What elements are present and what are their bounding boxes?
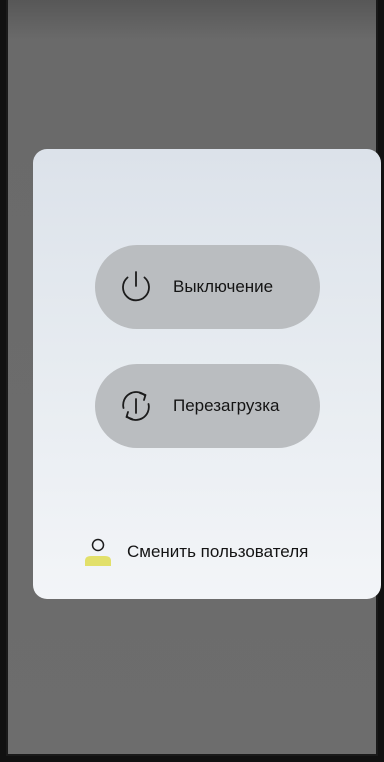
restart-icon	[113, 383, 159, 429]
user-icon	[83, 537, 113, 567]
restart-button[interactable]: Перезагрузка	[95, 364, 320, 448]
restart-label: Перезагрузка	[173, 396, 280, 415]
screen-backdrop: Выключение Перезагрузка Сменить пользова…	[6, 0, 381, 756]
shutdown-label: Выключение	[173, 277, 274, 296]
shutdown-button[interactable]: Выключение	[95, 245, 320, 329]
switch-user-label: Сменить пользователя	[127, 542, 309, 561]
power-menu-dialog: Выключение Перезагрузка Сменить пользова…	[33, 149, 381, 599]
switch-user-button[interactable]: Сменить пользователя	[83, 537, 308, 567]
power-icon	[113, 264, 159, 310]
